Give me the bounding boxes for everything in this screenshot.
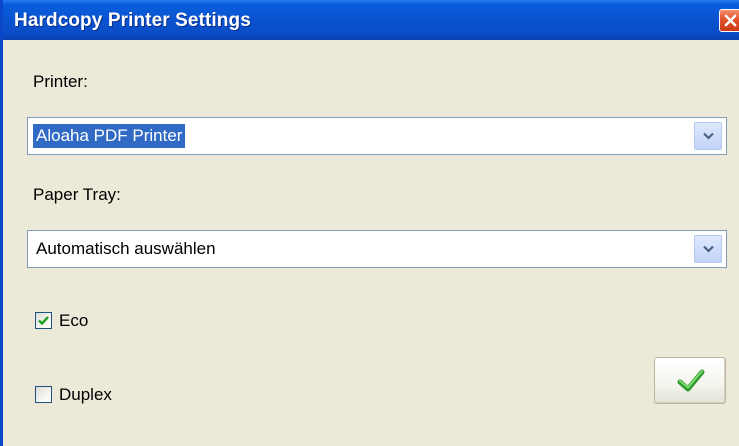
title-bar[interactable]: Hardcopy Printer Settings bbox=[3, 0, 739, 40]
paper-tray-dropdown[interactable]: Automatisch auswählen bbox=[27, 230, 727, 268]
duplex-checkbox[interactable] bbox=[35, 386, 52, 403]
close-icon bbox=[724, 14, 737, 27]
paper-tray-label: Paper Tray: bbox=[33, 185, 121, 204]
printer-dropdown[interactable]: Aloaha PDF Printer bbox=[27, 117, 727, 155]
window-title: Hardcopy Printer Settings bbox=[14, 10, 251, 31]
checkmark-icon bbox=[38, 316, 49, 326]
paper-tray-selected-value: Automatisch auswählen bbox=[36, 239, 216, 258]
paper-tray-dropdown-button[interactable] bbox=[694, 235, 722, 263]
printer-label: Printer: bbox=[33, 72, 88, 91]
close-button[interactable] bbox=[719, 9, 739, 32]
chevron-down-icon bbox=[703, 132, 714, 140]
duplex-label: Duplex bbox=[59, 385, 112, 404]
chevron-down-icon bbox=[703, 245, 714, 253]
eco-label: Eco bbox=[59, 311, 89, 330]
checkmark-icon bbox=[677, 369, 705, 392]
printer-dropdown-button[interactable] bbox=[694, 122, 722, 150]
printer-settings-dialog: Hardcopy Printer Settings Printer: Aloah… bbox=[0, 0, 739, 446]
ok-button[interactable] bbox=[654, 357, 726, 404]
printer-selected-value: Aloaha PDF Printer bbox=[33, 124, 186, 148]
eco-checkbox[interactable] bbox=[35, 312, 52, 329]
